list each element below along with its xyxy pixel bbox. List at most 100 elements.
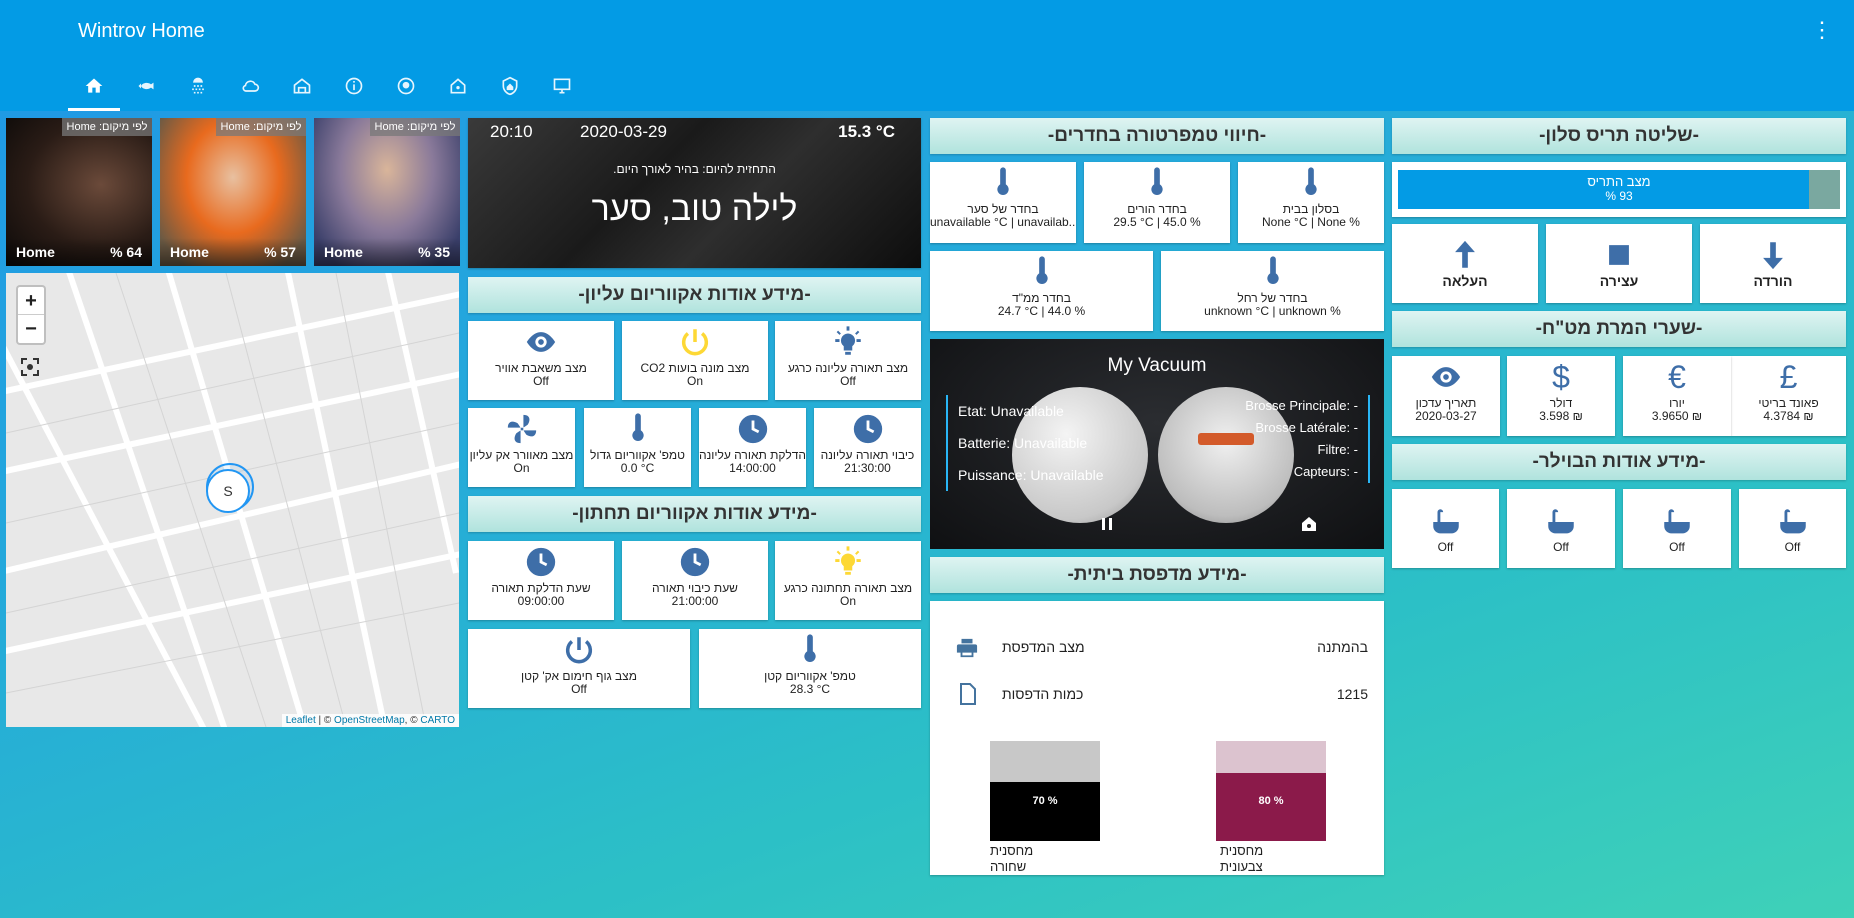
tab-robot-vacuum-icon[interactable]: [380, 68, 432, 111]
tile-name: מצב גוף חימום אק' קטן: [521, 669, 637, 683]
co2-counter-tile[interactable]: מצב מונה בועות CO2 On: [622, 321, 768, 400]
eur-rate-tile[interactable]: € יורו 3.9650 ₪: [1623, 356, 1731, 436]
tile-state: 09:00:00: [517, 594, 565, 608]
osm-link[interactable]: OpenStreetMap: [334, 715, 405, 726]
boiler-tile[interactable]: Off: [1739, 489, 1846, 568]
clock-icon: [526, 547, 556, 577]
tile-name: פאונד בריטי: [1758, 396, 1819, 410]
saar-room-temp-tile[interactable]: בחדר של סער unavailable °C | unavailab..…: [930, 162, 1076, 243]
tab-monitor-icon[interactable]: [536, 68, 588, 111]
lower-light-off-time-tile[interactable]: שעת כיבוי תאורה 21:00:00: [622, 541, 768, 620]
printer-status-label: מצב המדפסת: [1002, 639, 1085, 655]
blinds-slider-track[interactable]: מצב התריס 93 %: [1398, 170, 1840, 209]
tile-name: מצב תאורה עליונה כרגע: [787, 361, 909, 375]
pause-icon[interactable]: [1098, 515, 1116, 533]
boiler-tile[interactable]: Off: [1507, 489, 1615, 568]
person-card[interactable]: לפי מיקום: Home Home % 35: [314, 118, 460, 266]
tile-name: מצב מאוורר אק עליון: [469, 448, 574, 462]
bathtub-icon: [1432, 509, 1459, 537]
person-card[interactable]: לפי מיקום: Home Home % 57: [160, 118, 306, 266]
usd-rate-tile[interactable]: $ דולר 3.598 ₪: [1507, 356, 1615, 436]
black-ink-level: 70 %: [1032, 795, 1058, 807]
upper-fan-tile[interactable]: מצב מאוורר אק עליון On: [468, 408, 575, 487]
raise-blinds-button[interactable]: העלאה: [1392, 224, 1538, 303]
upper-light-state-tile[interactable]: מצב תאורה עליונה כרגע Off: [775, 321, 921, 400]
tab-home-icon[interactable]: [68, 68, 120, 111]
map-zoom-control: + −: [16, 285, 46, 345]
tile-state: Off: [1669, 540, 1685, 554]
small-aquarium-temp-tile[interactable]: טמפ' אקווריום קטן 28.3 °C: [699, 629, 921, 708]
clock-icon: [853, 414, 882, 444]
return-home-icon[interactable]: [1300, 515, 1318, 533]
more-menu-icon[interactable]: ⋮: [1810, 18, 1834, 42]
black-ink-label: מחסנית שחורה: [990, 843, 1034, 874]
mamad-room-temp-tile[interactable]: בחדר ממ"ד 24.7 °C | 44.0 %: [930, 251, 1153, 331]
tile-state: 2020-03-27: [1415, 409, 1477, 423]
tab-cloud-icon[interactable]: [224, 68, 276, 111]
tile-state: Off: [1553, 540, 1569, 554]
printer-card: מצב המדפסת בהמתנה כמות הדפסות 1215 70 % …: [930, 601, 1384, 875]
attribution-text: | ©: [315, 715, 335, 726]
tab-shower-icon[interactable]: [172, 68, 224, 111]
button-label: הורדה: [1753, 273, 1793, 289]
upper-light-on-time-tile[interactable]: הדלקת תאורה עליונה 14:00:00: [699, 408, 806, 487]
boiler-tile[interactable]: Off: [1392, 489, 1499, 568]
lower-light-state-tile[interactable]: מצב תאורה תחתונה כרגע On: [775, 541, 921, 620]
leaflet-link[interactable]: Leaflet: [286, 715, 316, 726]
app-header: Wintrov Home ⋮: [0, 0, 1854, 111]
currency-title: -שערי המרת מט"ח-: [1392, 311, 1846, 347]
thermometer-icon: [997, 167, 1009, 195]
zoom-in-button[interactable]: +: [18, 287, 44, 315]
printer-title: -מידע מדפסת ביתית-: [930, 557, 1384, 593]
black-ink-gauge: 70 %: [990, 741, 1100, 841]
small-heater-tile[interactable]: מצב גוף חימום אק' קטן Off: [468, 629, 690, 708]
person-card[interactable]: לפי מיקום: Home Home % 64: [6, 118, 152, 266]
tile-name: יורו: [1669, 396, 1685, 410]
lower-blinds-button[interactable]: הורדה: [1700, 224, 1846, 303]
zoom-out-button[interactable]: −: [18, 315, 44, 343]
person-state: Home: [16, 244, 55, 260]
rachel-room-temp-tile[interactable]: בחדר של רחל unknown °C | unknown %: [1161, 251, 1384, 331]
tab-home-lock-icon[interactable]: [432, 68, 484, 111]
bathtub-icon: [1779, 509, 1806, 537]
thermometer-icon: [1151, 167, 1163, 195]
pound-icon: £: [1779, 359, 1798, 395]
fit-bounds-icon[interactable]: [20, 357, 40, 377]
stop-blinds-button[interactable]: עצירה: [1546, 224, 1692, 303]
tab-shield-home-icon[interactable]: [484, 68, 536, 111]
boiler-tile[interactable]: Off: [1623, 489, 1731, 568]
map-card[interactable]: + − S Leaflet | © OpenStreetMap, © CARTO: [6, 273, 459, 727]
tab-house-icon[interactable]: [276, 68, 328, 111]
thermometer-icon: [631, 413, 644, 441]
tile-name: טמפ' אקווריום קטן: [764, 669, 856, 683]
update-date-tile[interactable]: תאריך עדכון 2020-03-27: [1392, 356, 1500, 436]
gbp-rate-tile[interactable]: £ פאונד בריטי 4.3784 ₪: [1731, 356, 1846, 436]
tab-fish-icon[interactable]: [120, 68, 172, 111]
person-battery: % 64: [110, 244, 142, 260]
tile-state: Off: [1437, 540, 1454, 554]
app-title: Wintrov Home: [78, 20, 205, 42]
vacuum-battery: Batterie: Unavailable: [958, 435, 1088, 451]
greeting-card: 20:10 2020-03-29 15.3 °C התחזית להיום: ב…: [468, 118, 921, 268]
person-map-marker[interactable]: S: [206, 469, 250, 513]
arrow-down-icon: [1763, 242, 1783, 270]
vacuum-card[interactable]: My Vacuum Etat: Unavailable Batterie: Un…: [930, 339, 1384, 549]
big-aquarium-temp-tile[interactable]: טמפ' אקווריום גדול 0.0 °C: [584, 408, 691, 487]
view-tabs: [68, 68, 588, 111]
tab-info-icon[interactable]: [328, 68, 380, 111]
thermometer-icon: [1035, 256, 1048, 284]
air-pump-tile[interactable]: מצב משאבת אוויר Off: [468, 321, 614, 400]
tile-name: תאריך עדכון: [1415, 396, 1477, 410]
lower-light-on-time-tile[interactable]: שעת הדלקת תאורה 09:00:00: [468, 541, 614, 620]
greeting-forecast: התחזית להיום: בהיר לאורך היום.: [613, 162, 776, 176]
bathtub-icon: [1664, 509, 1690, 537]
tile-state: On: [839, 594, 856, 608]
parents-room-temp-tile[interactable]: בחדר הורים 29.5 °C | 45.0 %: [1084, 162, 1230, 243]
upper-light-off-time-tile[interactable]: כיבוי תאורה עליונה 21:30:00: [814, 408, 921, 487]
vacuum-info-right: Brosse Principale: - Brosse Latérale: - …: [1245, 395, 1370, 483]
carto-link[interactable]: CARTO: [420, 715, 455, 726]
color-ink-label: מחסנית צבעונית: [1220, 843, 1264, 874]
living-room-temp-tile[interactable]: בסלון בבית None °C | None %: [1238, 162, 1384, 243]
tile-name: בחדר של רחל: [1237, 291, 1308, 305]
eye-icon: [1431, 367, 1461, 387]
